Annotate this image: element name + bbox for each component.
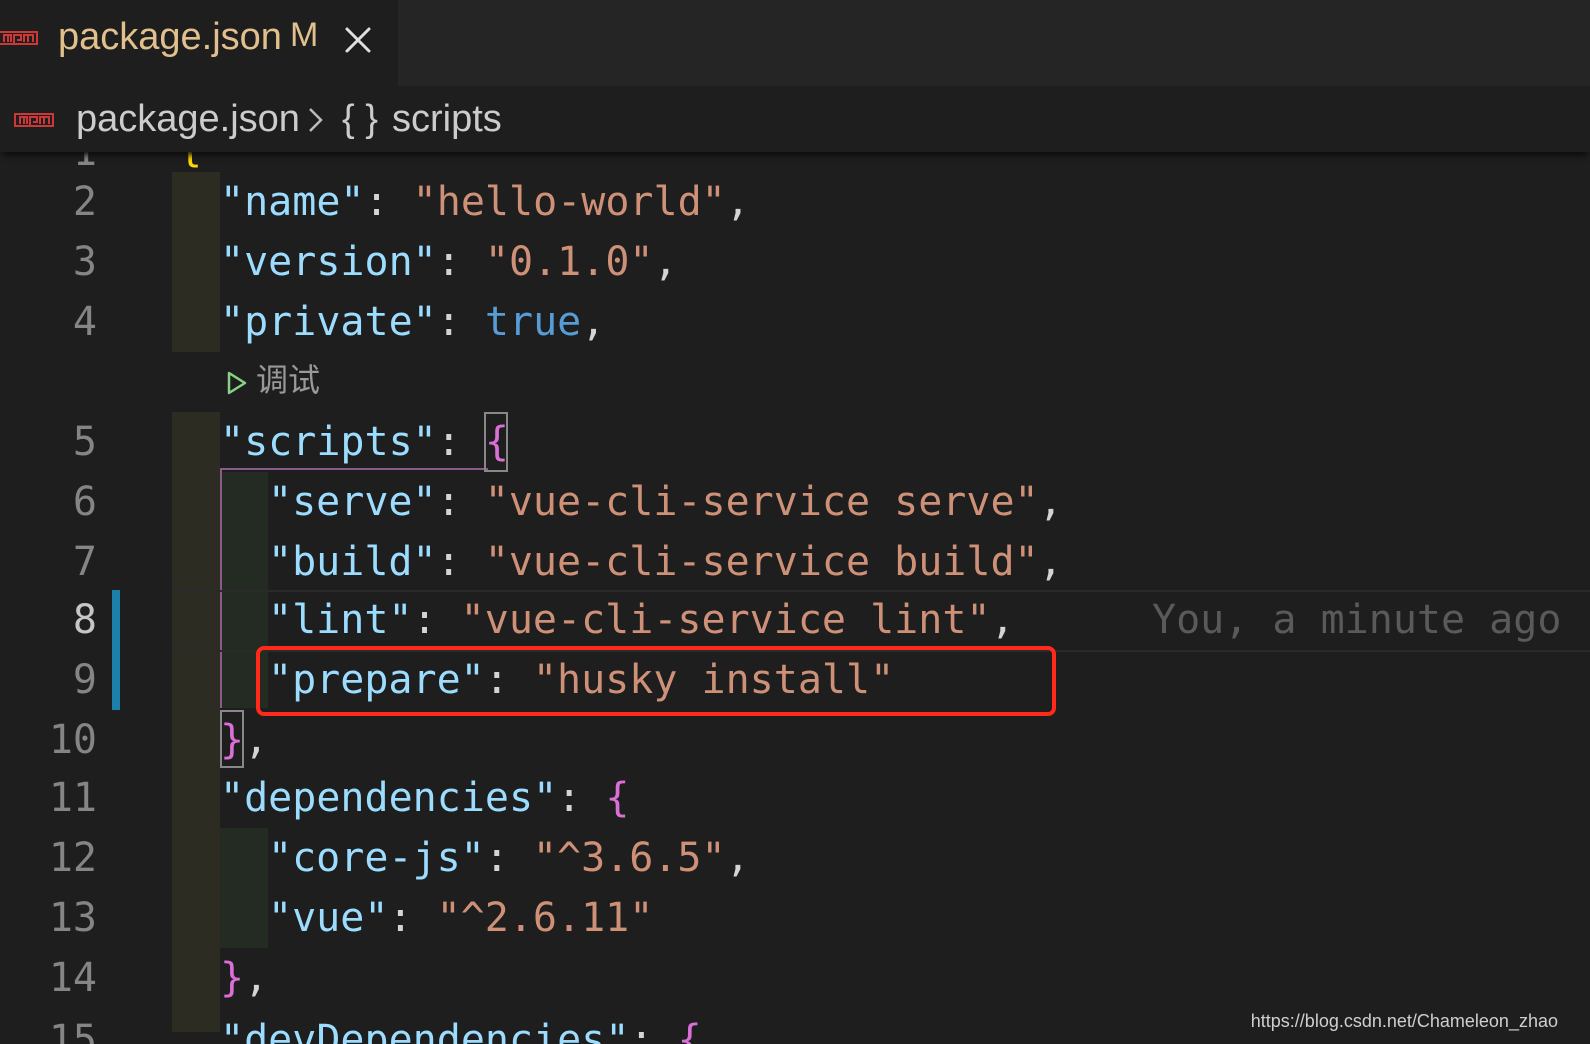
code-token: "^3.6.5" bbox=[532, 835, 726, 881]
code-line[interactable]: "name": "hello-world", bbox=[220, 172, 750, 232]
code-token: : bbox=[436, 299, 485, 345]
code-line-partial: "devDependencies": { bbox=[220, 1017, 702, 1044]
code-token: : bbox=[436, 419, 485, 465]
code-line[interactable]: "vue": "^2.6.11" bbox=[268, 888, 653, 948]
code-token: , bbox=[581, 299, 606, 345]
code-token: "lint" bbox=[268, 597, 413, 643]
indent-guide bbox=[172, 412, 220, 1032]
codelens-debug[interactable]: 调试 bbox=[226, 358, 320, 402]
play-icon bbox=[227, 371, 247, 394]
active-indent-guide bbox=[220, 470, 222, 708]
code-line[interactable]: "lint": "vue-cli-service lint", bbox=[268, 590, 1015, 650]
code-token: , bbox=[725, 179, 750, 225]
code-token: "private" bbox=[220, 299, 437, 345]
code-token: : bbox=[436, 239, 485, 285]
code-token: : bbox=[484, 835, 533, 881]
code-token: , bbox=[244, 717, 269, 763]
indent-guide bbox=[172, 172, 220, 352]
line-number: 7 bbox=[72, 539, 97, 585]
watermark: https://blog.csdn.net/Chameleon_zhao bbox=[1250, 1011, 1558, 1031]
code-token: } bbox=[220, 955, 245, 1001]
chevron-right-icon bbox=[309, 108, 323, 132]
line-number: 8 bbox=[72, 597, 97, 643]
code-token: : bbox=[436, 479, 485, 525]
code-line[interactable]: "dependencies": { bbox=[220, 768, 629, 828]
code-token: : bbox=[412, 597, 461, 643]
npm-icon bbox=[14, 113, 54, 127]
code-token: "version" bbox=[220, 239, 437, 285]
code-token: "vue-cli-service build" bbox=[484, 539, 1039, 585]
code-line[interactable]: "build": "vue-cli-service build", bbox=[268, 532, 1063, 592]
line-number: 5 bbox=[72, 419, 97, 465]
line-number: 6 bbox=[72, 479, 97, 525]
code-token: "vue-cli-service serve" bbox=[484, 479, 1039, 525]
code-token: : bbox=[364, 179, 413, 225]
code-token: "build" bbox=[268, 539, 437, 585]
code-token: "scripts" bbox=[220, 419, 437, 465]
code-token: "core-js" bbox=[268, 835, 485, 881]
line-number: 2 bbox=[72, 179, 97, 225]
line-number: 13 bbox=[48, 895, 97, 941]
modified-badge: M bbox=[290, 16, 319, 54]
code-token: , bbox=[1038, 539, 1063, 585]
line-number: 4 bbox=[72, 299, 97, 345]
code-token: , bbox=[990, 597, 1015, 643]
line-number: 3 bbox=[72, 239, 97, 285]
code-token: "dependencies" bbox=[220, 775, 558, 821]
code-token: , bbox=[653, 239, 678, 285]
code-line[interactable]: "version": "0.1.0", bbox=[220, 232, 678, 292]
code-line[interactable]: }, bbox=[220, 948, 268, 1008]
tab-package-json[interactable]: package.json M bbox=[0, 0, 398, 86]
code-line[interactable]: "private": true, bbox=[220, 292, 605, 352]
breadcrumb-section[interactable]: scripts bbox=[392, 98, 502, 141]
code-token: { bbox=[605, 775, 630, 821]
git-blame-annotation: You, a minute ago bbox=[1152, 597, 1562, 643]
code-token: , bbox=[244, 955, 269, 1001]
code-line[interactable]: "scripts": { bbox=[220, 412, 509, 472]
code-token: "hello-world" bbox=[412, 179, 726, 225]
code-token: : bbox=[557, 775, 606, 821]
breadcrumb-file[interactable]: package.json bbox=[76, 98, 300, 141]
tab-title: package.json bbox=[58, 16, 282, 58]
code-token: } bbox=[220, 717, 245, 763]
code-token: , bbox=[1038, 479, 1063, 525]
code-token: "vue" bbox=[268, 895, 389, 941]
line-number: 9 bbox=[72, 657, 97, 703]
line-number: 12 bbox=[48, 835, 97, 881]
code-token: { bbox=[484, 419, 510, 465]
code-token: "0.1.0" bbox=[484, 239, 654, 285]
git-change-bar bbox=[112, 590, 120, 710]
code-editor[interactable]: 1 { 2 3 4 5 6 7 8 9 10 11 12 13 14 "name… bbox=[0, 152, 1590, 1044]
code-token: "serve" bbox=[268, 479, 437, 525]
code-line[interactable]: "serve": "vue-cli-service serve", bbox=[268, 472, 1063, 532]
annotation-highlight-box bbox=[256, 646, 1056, 716]
close-icon[interactable] bbox=[340, 22, 376, 58]
code-token: "name" bbox=[220, 179, 365, 225]
line-number: 10 bbox=[48, 717, 97, 763]
code-line[interactable]: "core-js": "^3.6.5", bbox=[268, 828, 750, 888]
breadcrumb: package.json { } scripts bbox=[0, 86, 1590, 152]
code-line[interactable]: }, bbox=[220, 710, 268, 770]
breadcrumb-symbol: { } bbox=[342, 98, 378, 140]
code-token: : bbox=[388, 895, 437, 941]
line-number: 11 bbox=[48, 775, 97, 821]
npm-icon bbox=[0, 31, 38, 45]
indent-guide bbox=[220, 828, 268, 948]
code-token: : bbox=[436, 539, 485, 585]
code-token: "vue-cli-service lint" bbox=[460, 597, 991, 643]
tab-bar: package.json M bbox=[0, 0, 1590, 86]
code-token: true bbox=[484, 299, 582, 345]
line-number: 15 bbox=[48, 1017, 97, 1044]
code-token: "^2.6.11" bbox=[436, 895, 654, 941]
code-token: , bbox=[725, 835, 750, 881]
line-number: 14 bbox=[48, 955, 97, 1001]
codelens-label: 调试 bbox=[256, 362, 321, 398]
